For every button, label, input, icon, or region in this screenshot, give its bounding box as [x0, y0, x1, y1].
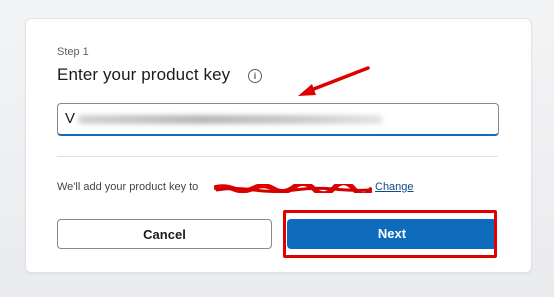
product-key-value: V — [65, 110, 76, 127]
info-icon[interactable]: i — [248, 69, 262, 83]
product-key-input[interactable]: V — [57, 103, 499, 136]
blurred-key-text — [78, 115, 383, 124]
change-account-link[interactable]: Change — [375, 181, 414, 193]
cancel-button[interactable]: Cancel — [57, 219, 272, 249]
divider — [57, 156, 498, 157]
redacted-account-scribble — [214, 184, 372, 193]
page-background: Step 1 Enter your product key i V We'll … — [0, 0, 554, 297]
next-button[interactable]: Next — [287, 219, 497, 249]
step-label: Step 1 — [57, 46, 89, 58]
account-note: We'll add your product key to — [57, 181, 199, 193]
product-key-dialog: Step 1 Enter your product key i V We'll … — [25, 18, 532, 273]
page-title: Enter your product key — [57, 65, 231, 84]
